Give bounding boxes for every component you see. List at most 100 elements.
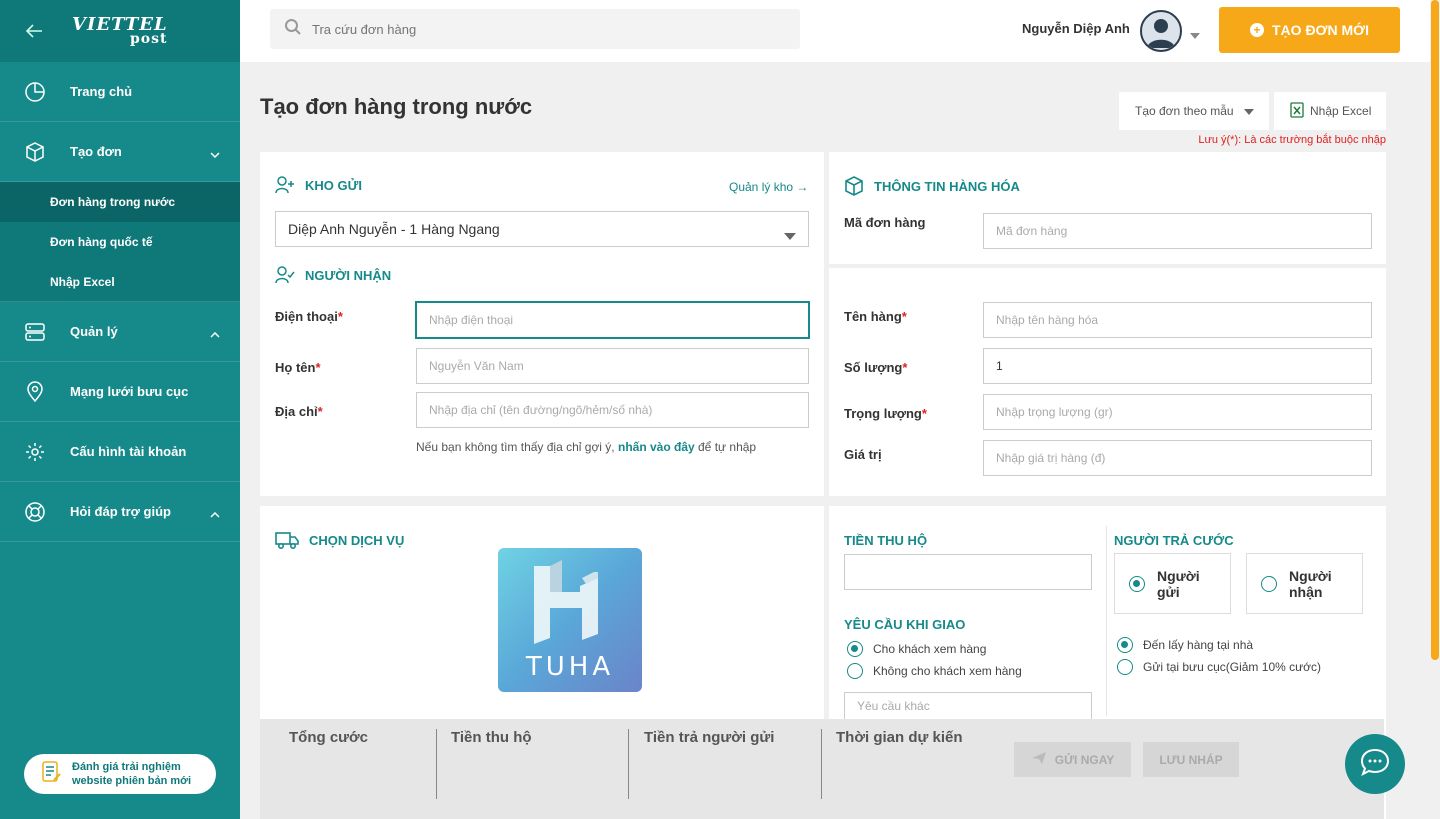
caret-down-icon: [784, 227, 796, 243]
quantity-label: Số lượng*: [844, 360, 907, 375]
save-draft-button[interactable]: LƯU NHÁP: [1143, 742, 1239, 777]
import-excel-label: Nhập Excel: [1310, 104, 1372, 118]
logo-text-bottom: post: [130, 31, 168, 47]
fee-payer-title: NGƯỜI TRẢ CƯỚC: [1114, 533, 1234, 548]
pickup-at-home-label: Đến lấy hàng tại nhà: [1143, 638, 1254, 652]
weight-label-text: Trọng lượng: [844, 406, 922, 421]
sidebar-submenu: Đơn hàng trong nước Đơn hàng quốc tế Nhậ…: [0, 182, 240, 302]
order-code-label: Mã đơn hàng: [844, 215, 926, 230]
sidebar-item-help[interactable]: Hỏi đáp trợ giúp: [0, 482, 240, 542]
allow-inspect-radio[interactable]: Cho khách xem hàng: [847, 641, 986, 657]
payer-receiver-line-2: nhận: [1289, 583, 1323, 600]
feedback-text: Đánh giá trải nghiệm website phiên bản m…: [72, 760, 191, 788]
deny-inspect-radio[interactable]: Không cho khách xem hàng: [847, 663, 1022, 679]
address-input[interactable]: [416, 392, 809, 428]
hint-text-before: Nếu bạn không tìm thấy địa chỉ gợi ý,: [416, 440, 618, 454]
feedback-line-2: website phiên bản mới: [72, 775, 192, 787]
sender-payout-label: Tiền trả người gửi: [644, 729, 775, 746]
pickup-at-home-radio[interactable]: Đến lấy hàng tại nhà: [1117, 637, 1253, 653]
sidebar-item-post-network[interactable]: Mạng lưới bưu cục: [0, 362, 240, 422]
create-order-button[interactable]: + TẠO ĐƠN MỚI: [1219, 7, 1400, 53]
scrollbar[interactable]: [1430, 0, 1440, 819]
manual-address-link[interactable]: nhấn vào đây: [618, 440, 695, 454]
required-mark: *: [317, 404, 323, 419]
sidebar-subitem-import-excel[interactable]: Nhập Excel: [0, 262, 240, 302]
summary-divider: [821, 729, 822, 799]
tuha-service-logo[interactable]: TUHA: [498, 548, 642, 692]
sidebar-item-home[interactable]: Trang chủ: [0, 62, 240, 122]
sidebar-item-manage[interactable]: Quản lý: [0, 302, 240, 362]
address-label: Địa chỉ*: [275, 404, 323, 419]
sidebar-item-label: Quản lý: [70, 324, 118, 339]
radio-button[interactable]: [1117, 659, 1133, 675]
name-label-text: Họ tên: [275, 360, 316, 375]
goods-value-input[interactable]: [983, 440, 1372, 476]
sidebar-subitem-domestic-order[interactable]: Đơn hàng trong nước: [0, 182, 240, 222]
top-header: Nguyễn Diệp Anh + TẠO ĐƠN MỚI: [240, 0, 1430, 62]
column-divider: [1106, 526, 1107, 716]
weight-label: Trọng lượng*: [844, 406, 927, 421]
caret-down-icon[interactable]: [1190, 26, 1200, 44]
scrollbar-thumb[interactable]: [1431, 0, 1439, 660]
sidebar-item-label: Trang chủ: [70, 84, 133, 99]
payer-receiver-option[interactable]: Người nhận: [1246, 553, 1363, 614]
chat-button[interactable]: [1345, 734, 1405, 794]
phone-input[interactable]: [416, 302, 809, 338]
radio-button[interactable]: [1261, 575, 1277, 592]
quantity-input[interactable]: [983, 348, 1372, 384]
user-name[interactable]: Nguyễn Diệp Anh: [1022, 21, 1130, 36]
search-input[interactable]: [312, 21, 712, 37]
drop-at-post-office-radio[interactable]: Gửi tại bưu cục(Giảm 10% cước): [1117, 659, 1321, 675]
sidebar-subitem-label: Nhập Excel: [50, 274, 115, 289]
payer-sender-line-2: gửi: [1157, 583, 1180, 600]
sidebar-item-label: Cấu hình tài khoản: [70, 444, 187, 459]
order-code-input[interactable]: [983, 213, 1372, 249]
map-pin-icon: [24, 380, 46, 403]
goods-section-title: THÔNG TIN HÀNG HÓA: [844, 176, 1020, 196]
phone-label-text: Điện thoại: [275, 309, 338, 324]
goods-name-label: Tên hàng*: [844, 309, 907, 324]
payer-sender-option[interactable]: Người gửi: [1114, 553, 1231, 614]
radio-button-checked[interactable]: [1129, 575, 1145, 592]
goods-title-text: THÔNG TIN HÀNG HÓA: [874, 178, 1020, 194]
warehouse-select[interactable]: Diệp Anh Nguyễn - 1 Hàng Ngang: [275, 211, 809, 247]
cod-input[interactable]: [844, 554, 1092, 590]
radio-button[interactable]: [847, 663, 863, 679]
truck-icon: [275, 530, 299, 550]
feedback-button[interactable]: Đánh giá trải nghiệm website phiên bản m…: [24, 754, 216, 794]
address-hint: Nếu bạn không tìm thấy địa chỉ gợi ý, nh…: [416, 440, 756, 454]
summary-divider: [436, 729, 437, 799]
goods-name-label-text: Tên hàng: [844, 309, 902, 324]
user-plus-icon: [275, 176, 295, 194]
back-arrow-icon[interactable]: [24, 21, 44, 41]
viettel-post-logo[interactable]: VIETTEL post: [72, 16, 168, 47]
send-now-label: GỬI NGAY: [1054, 752, 1115, 767]
radio-button-checked[interactable]: [1117, 637, 1133, 653]
payer-receiver-line-1: Người: [1289, 567, 1332, 584]
sidebar-item-account-settings[interactable]: Cấu hình tài khoản: [0, 422, 240, 482]
other-requirement-input[interactable]: [844, 692, 1092, 720]
gear-icon: [24, 441, 46, 463]
goods-name-input[interactable]: [983, 302, 1372, 338]
goods-value-label: Giá trị: [844, 447, 882, 462]
search-box[interactable]: [270, 9, 800, 49]
required-mark: *: [921, 406, 927, 421]
avatar[interactable]: [1140, 10, 1182, 52]
phone-label: Điện thoại*: [275, 309, 343, 324]
search-icon: [284, 18, 302, 41]
delivery-requirement-title: YÊU CẦU KHI GIAO: [844, 617, 966, 632]
manage-warehouse-link[interactable]: Quản lý kho →: [729, 180, 808, 194]
import-excel-button[interactable]: Nhập Excel: [1274, 92, 1386, 130]
full-name-input[interactable]: [416, 348, 809, 384]
drop-at-post-office-label: Gửi tại bưu cục(Giảm 10% cước): [1143, 660, 1322, 674]
cod-title: TIỀN THU HỘ: [844, 533, 928, 548]
sidebar-subitem-international-order[interactable]: Đơn hàng quốc tế: [0, 222, 240, 262]
hint-text-after: để tự nhập: [694, 440, 757, 454]
template-order-dropdown[interactable]: Tạo đơn theo mẫu: [1119, 92, 1269, 130]
pie-chart-icon: [24, 81, 46, 103]
send-now-button[interactable]: GỬI NGAY: [1014, 742, 1131, 777]
weight-input[interactable]: [983, 394, 1372, 430]
sidebar-item-create-order[interactable]: Tạo đơn: [0, 122, 240, 182]
radio-button-checked[interactable]: [847, 641, 863, 657]
warehouse-select-value: Diệp Anh Nguyễn - 1 Hàng Ngang: [288, 221, 500, 237]
